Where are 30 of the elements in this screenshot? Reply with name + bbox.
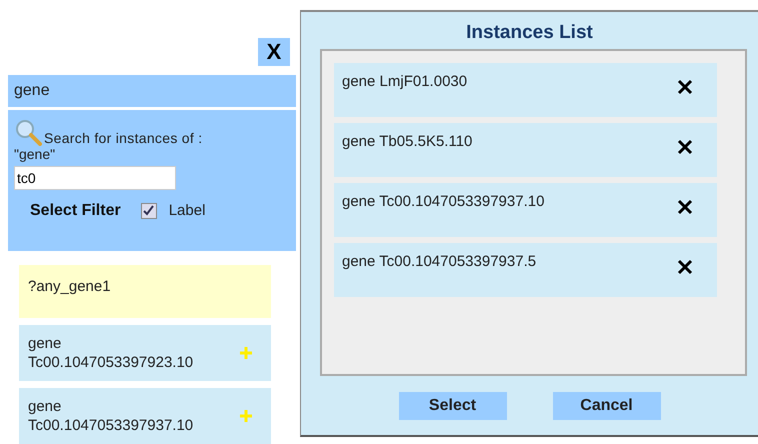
- instance-card[interactable]: gene Tc00.1047053397937.10: [19, 388, 271, 444]
- item-text: gene LmjF01.0030: [342, 73, 468, 92]
- item-text: gene Tb05.5K5.110: [342, 133, 472, 152]
- concept-header: gene: [8, 75, 296, 107]
- remove-icon[interactable]: [677, 79, 693, 95]
- search-prompt: Search for instances of :: [44, 130, 202, 146]
- search-term: "gene": [14, 146, 56, 162]
- search-field[interactable]: tc0: [14, 166, 176, 190]
- card-text: gene Tc00.1047053397937.10: [28, 396, 194, 436]
- dialog-title: Instances List: [466, 22, 593, 44]
- item-text: gene Tc00.1047053397937.10: [342, 193, 544, 212]
- list-item[interactable]: gene Tc00.1047053397937.5: [334, 243, 717, 297]
- close-button[interactable]: X: [258, 38, 290, 66]
- instance-card[interactable]: gene Tc00.1047053397923.10: [19, 325, 271, 381]
- card-text: gene Tc00.1047053397923.10: [28, 334, 194, 372]
- checkbox-label: Label: [168, 202, 206, 220]
- list-item[interactable]: gene Tb05.5K5.110: [334, 123, 717, 177]
- filter-label: Select Filter: [30, 202, 121, 220]
- list-item[interactable]: gene Tc00.1047053397937.10: [334, 183, 717, 237]
- remove-icon[interactable]: [677, 259, 693, 275]
- cancel-button[interactable]: Cancel: [552, 392, 660, 420]
- remove-icon[interactable]: [677, 199, 693, 215]
- card-text: ?any_gene1: [28, 277, 111, 296]
- remove-icon[interactable]: [677, 139, 693, 155]
- label-checkbox[interactable]: [140, 202, 157, 219]
- item-text: gene Tc00.1047053397937.5: [342, 253, 536, 272]
- variable-card[interactable]: ?any_gene1: [19, 265, 271, 318]
- select-button[interactable]: Select: [398, 392, 506, 420]
- list-item[interactable]: gene LmjF01.0030: [334, 63, 717, 117]
- search-icon: [14, 118, 42, 146]
